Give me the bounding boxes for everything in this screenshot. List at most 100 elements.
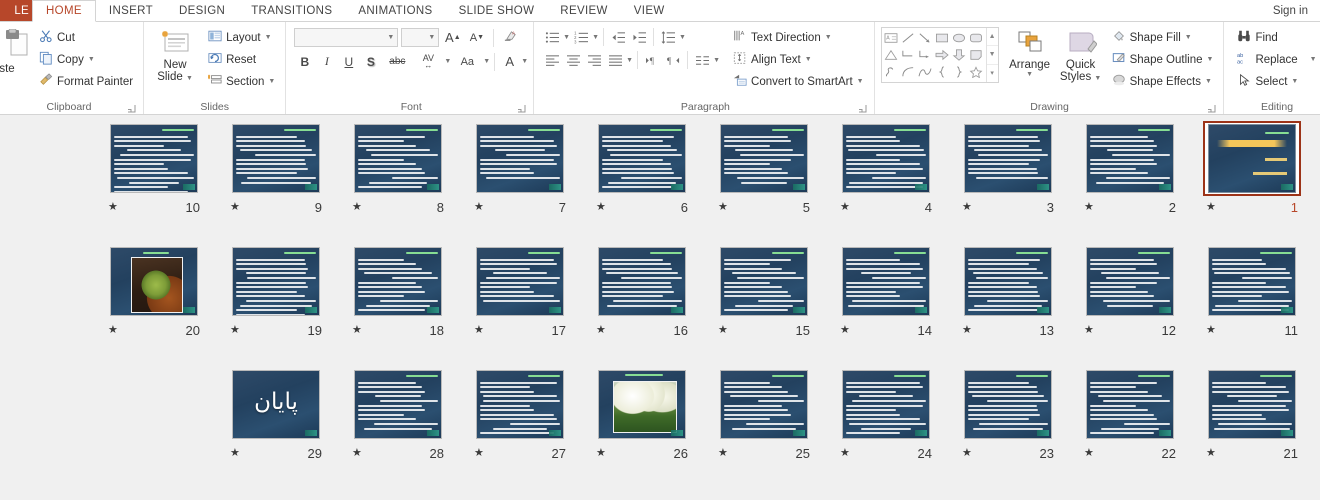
animation-star-icon[interactable]: ★ <box>962 201 972 213</box>
animation-star-icon[interactable]: ★ <box>474 447 484 459</box>
slide-thumbnail-18[interactable]: ★ 18 <box>337 244 459 341</box>
ltr-text-direction-button[interactable]: ¶ <box>642 50 662 70</box>
animation-star-icon[interactable]: ★ <box>840 324 850 336</box>
copy-button[interactable]: Copy ▼ <box>34 49 138 70</box>
shape-rounded-rectangle[interactable] <box>968 29 985 46</box>
tab-animations[interactable]: ANIMATIONS <box>345 0 445 21</box>
slide-thumbnail-25[interactable]: ★ 25 <box>703 367 825 464</box>
chevron-down-icon[interactable]: ▼ <box>679 34 686 41</box>
thumb-frame[interactable] <box>715 367 813 442</box>
animation-star-icon[interactable]: ★ <box>1206 324 1216 336</box>
slide-preview[interactable] <box>1208 124 1296 193</box>
chevron-down-icon[interactable]: ▼ <box>1291 78 1298 85</box>
thumb-frame[interactable] <box>471 244 569 319</box>
slide-preview[interactable] <box>598 247 686 316</box>
increase-indent-button[interactable] <box>629 27 649 47</box>
shape-line[interactable] <box>900 29 917 46</box>
slide-thumbnail-19[interactable]: ★ 19 <box>215 244 337 341</box>
bullets-button[interactable] <box>542 27 562 47</box>
slide-thumbnail-7[interactable]: ★ 7 <box>459 121 581 218</box>
thumb-frame[interactable] <box>593 121 691 196</box>
shape-fill-button[interactable]: Shape Fill ▼ <box>1107 27 1219 48</box>
animation-star-icon[interactable]: ★ <box>230 447 240 459</box>
arrange-button[interactable]: Arrange ▼ <box>1003 27 1057 79</box>
line-spacing-button[interactable] <box>658 27 678 47</box>
thumb-frame[interactable] <box>349 121 447 196</box>
text-direction-button[interactable]: A Text Direction ▼ <box>728 27 869 48</box>
thumb-frame[interactable] <box>1081 244 1179 319</box>
shape-arrow[interactable] <box>917 29 934 46</box>
slide-thumbnail-15[interactable]: ★ 15 <box>703 244 825 341</box>
shape-star[interactable] <box>968 64 985 81</box>
shape-triangle[interactable] <box>883 46 900 63</box>
rtl-text-direction-button[interactable]: ¶ <box>663 50 683 70</box>
slide-preview[interactable] <box>842 124 930 193</box>
chevron-down-icon[interactable]: ▼ <box>626 57 633 64</box>
chevron-down-icon[interactable]: ▼ <box>563 34 570 41</box>
slide-thumbnail-20[interactable]: ★ 20 <box>93 244 215 341</box>
thumb-frame[interactable] <box>1203 367 1301 442</box>
animation-star-icon[interactable]: ★ <box>1084 447 1094 459</box>
thumb-frame[interactable] <box>1081 367 1179 442</box>
thumb-frame[interactable] <box>837 121 935 196</box>
slide-thumbnail-23[interactable]: ★ 23 <box>947 367 1069 464</box>
animation-star-icon[interactable]: ★ <box>840 447 850 459</box>
thumb-frame[interactable] <box>715 121 813 196</box>
animation-star-icon[interactable]: ★ <box>718 447 728 459</box>
chevron-down-icon[interactable]: ▼ <box>186 75 193 82</box>
thumb-frame[interactable] <box>227 121 325 196</box>
slide-thumbnail-13[interactable]: ★ 13 <box>947 244 1069 341</box>
chevron-down-icon[interactable]: ▼ <box>88 56 95 63</box>
change-case-button[interactable]: Aa <box>452 51 482 72</box>
chevron-down-icon[interactable]: ▼ <box>1207 56 1214 63</box>
animation-star-icon[interactable]: ★ <box>1206 201 1216 213</box>
shape-text-box[interactable]: A <box>883 29 900 46</box>
shape-left-brace[interactable] <box>934 64 951 81</box>
slide-thumbnail-4[interactable]: ★ 4 <box>825 121 947 218</box>
thumb-frame[interactable] <box>959 121 1057 196</box>
font-dialog-launcher[interactable] <box>517 104 526 113</box>
drawing-dialog-launcher[interactable] <box>1207 104 1216 113</box>
shape-elbow-connector[interactable] <box>900 46 917 63</box>
tab-slide-show[interactable]: SLIDE SHOW <box>446 0 548 21</box>
animation-star-icon[interactable]: ★ <box>596 201 606 213</box>
slide-preview[interactable] <box>354 247 442 316</box>
slide-preview[interactable] <box>476 370 564 439</box>
slide-preview[interactable] <box>720 370 808 439</box>
slide-preview[interactable] <box>720 124 808 193</box>
select-button[interactable]: Select ▼ <box>1232 71 1320 92</box>
animation-star-icon[interactable]: ★ <box>108 324 118 336</box>
reset-button[interactable]: Reset <box>203 49 280 70</box>
animation-star-icon[interactable]: ★ <box>352 324 362 336</box>
chevron-down-icon[interactable]: ▼ <box>387 34 394 41</box>
slide-preview[interactable] <box>1208 370 1296 439</box>
slide-thumbnail-16[interactable]: ★ 16 <box>581 244 703 341</box>
shape-right-arrow[interactable] <box>934 46 951 63</box>
slide-preview[interactable] <box>1086 124 1174 193</box>
slide-thumbnail-12[interactable]: ★ 12 <box>1069 244 1191 341</box>
shape-folded-corner[interactable] <box>968 46 985 63</box>
animation-star-icon[interactable]: ★ <box>1084 201 1094 213</box>
paragraph-dialog-launcher[interactable] <box>858 104 867 113</box>
chevron-down-icon[interactable]: ▼ <box>1026 71 1033 78</box>
animation-star-icon[interactable]: ★ <box>840 201 850 213</box>
slide-preview[interactable] <box>964 247 1052 316</box>
slide-thumbnail-11[interactable]: ★ 11 <box>1191 244 1313 341</box>
font-name-input[interactable]: ▼ <box>294 28 399 47</box>
slide-thumbnail-17[interactable]: ★ 17 <box>459 244 581 341</box>
chevron-down-icon[interactable]: ▼ <box>521 58 528 65</box>
slide-preview[interactable]: پایان <box>232 370 320 439</box>
font-size-input[interactable]: ▼ <box>401 28 440 47</box>
slide-preview[interactable] <box>354 370 442 439</box>
tab-design[interactable]: DESIGN <box>166 0 238 21</box>
shape-elbow-arrow-connector[interactable] <box>917 46 934 63</box>
slide-preview[interactable] <box>476 124 564 193</box>
shape-rectangle[interactable] <box>934 29 951 46</box>
file-tab[interactable]: LE <box>0 0 32 21</box>
animation-star-icon[interactable]: ★ <box>108 201 118 213</box>
slide-thumbnail-14[interactable]: ★ 14 <box>825 244 947 341</box>
animation-star-icon[interactable]: ★ <box>596 324 606 336</box>
animation-star-icon[interactable]: ★ <box>230 324 240 336</box>
layout-button[interactable]: Layout ▼ <box>203 27 280 48</box>
slide-thumbnail-9[interactable]: ★ 9 <box>215 121 337 218</box>
